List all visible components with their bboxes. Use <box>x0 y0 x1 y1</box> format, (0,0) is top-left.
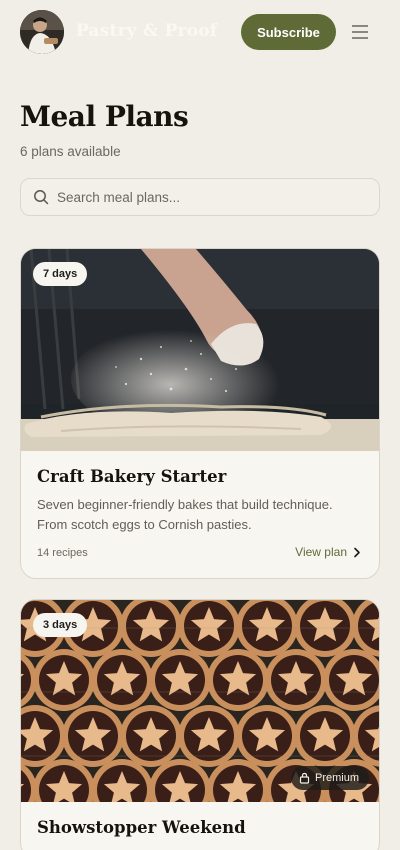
view-plan-label: View plan <box>295 545 347 559</box>
premium-label: Premium <box>314 772 359 784</box>
plan-title[interactable]: Showstopper Weekend <box>37 818 246 837</box>
meal-plan-card[interactable]: 3 days Premium Showstopper Weekend <box>20 599 380 850</box>
search-bar[interactable] <box>20 178 380 216</box>
plan-image-flour-dusting: 7 days <box>21 249 379 451</box>
view-plan-link[interactable]: View plan <box>295 545 361 559</box>
plan-title[interactable]: Craft Bakery Starter <box>37 467 226 486</box>
meal-plan-card[interactable]: 7 days Craft Bakery Starter Seven beginn… <box>20 248 380 579</box>
premium-badge: Premium <box>290 766 369 790</box>
hamburger-menu-icon[interactable] <box>352 24 368 40</box>
page-title: Meal Plans <box>20 100 189 133</box>
subscribe-button[interactable]: Subscribe <box>241 14 336 50</box>
chevron-right-icon <box>354 547 360 557</box>
top-header: Pastry & Proof Subscribe <box>0 0 400 64</box>
search-icon <box>34 190 49 205</box>
search-input[interactable] <box>57 179 367 215</box>
plan-image-mince-pies: 3 days Premium <box>21 600 379 802</box>
brand-avatar[interactable] <box>20 10 64 54</box>
duration-badge: 7 days <box>33 262 88 286</box>
duration-badge: 3 days <box>33 613 88 637</box>
brand-name[interactable]: Pastry & Proof <box>76 21 217 41</box>
plans-count: 6 plans available <box>20 144 121 159</box>
plan-description: Seven beginner-friendly bakes that build… <box>37 497 333 532</box>
recipe-count: 14 recipes <box>37 547 88 559</box>
lock-icon <box>299 772 310 784</box>
